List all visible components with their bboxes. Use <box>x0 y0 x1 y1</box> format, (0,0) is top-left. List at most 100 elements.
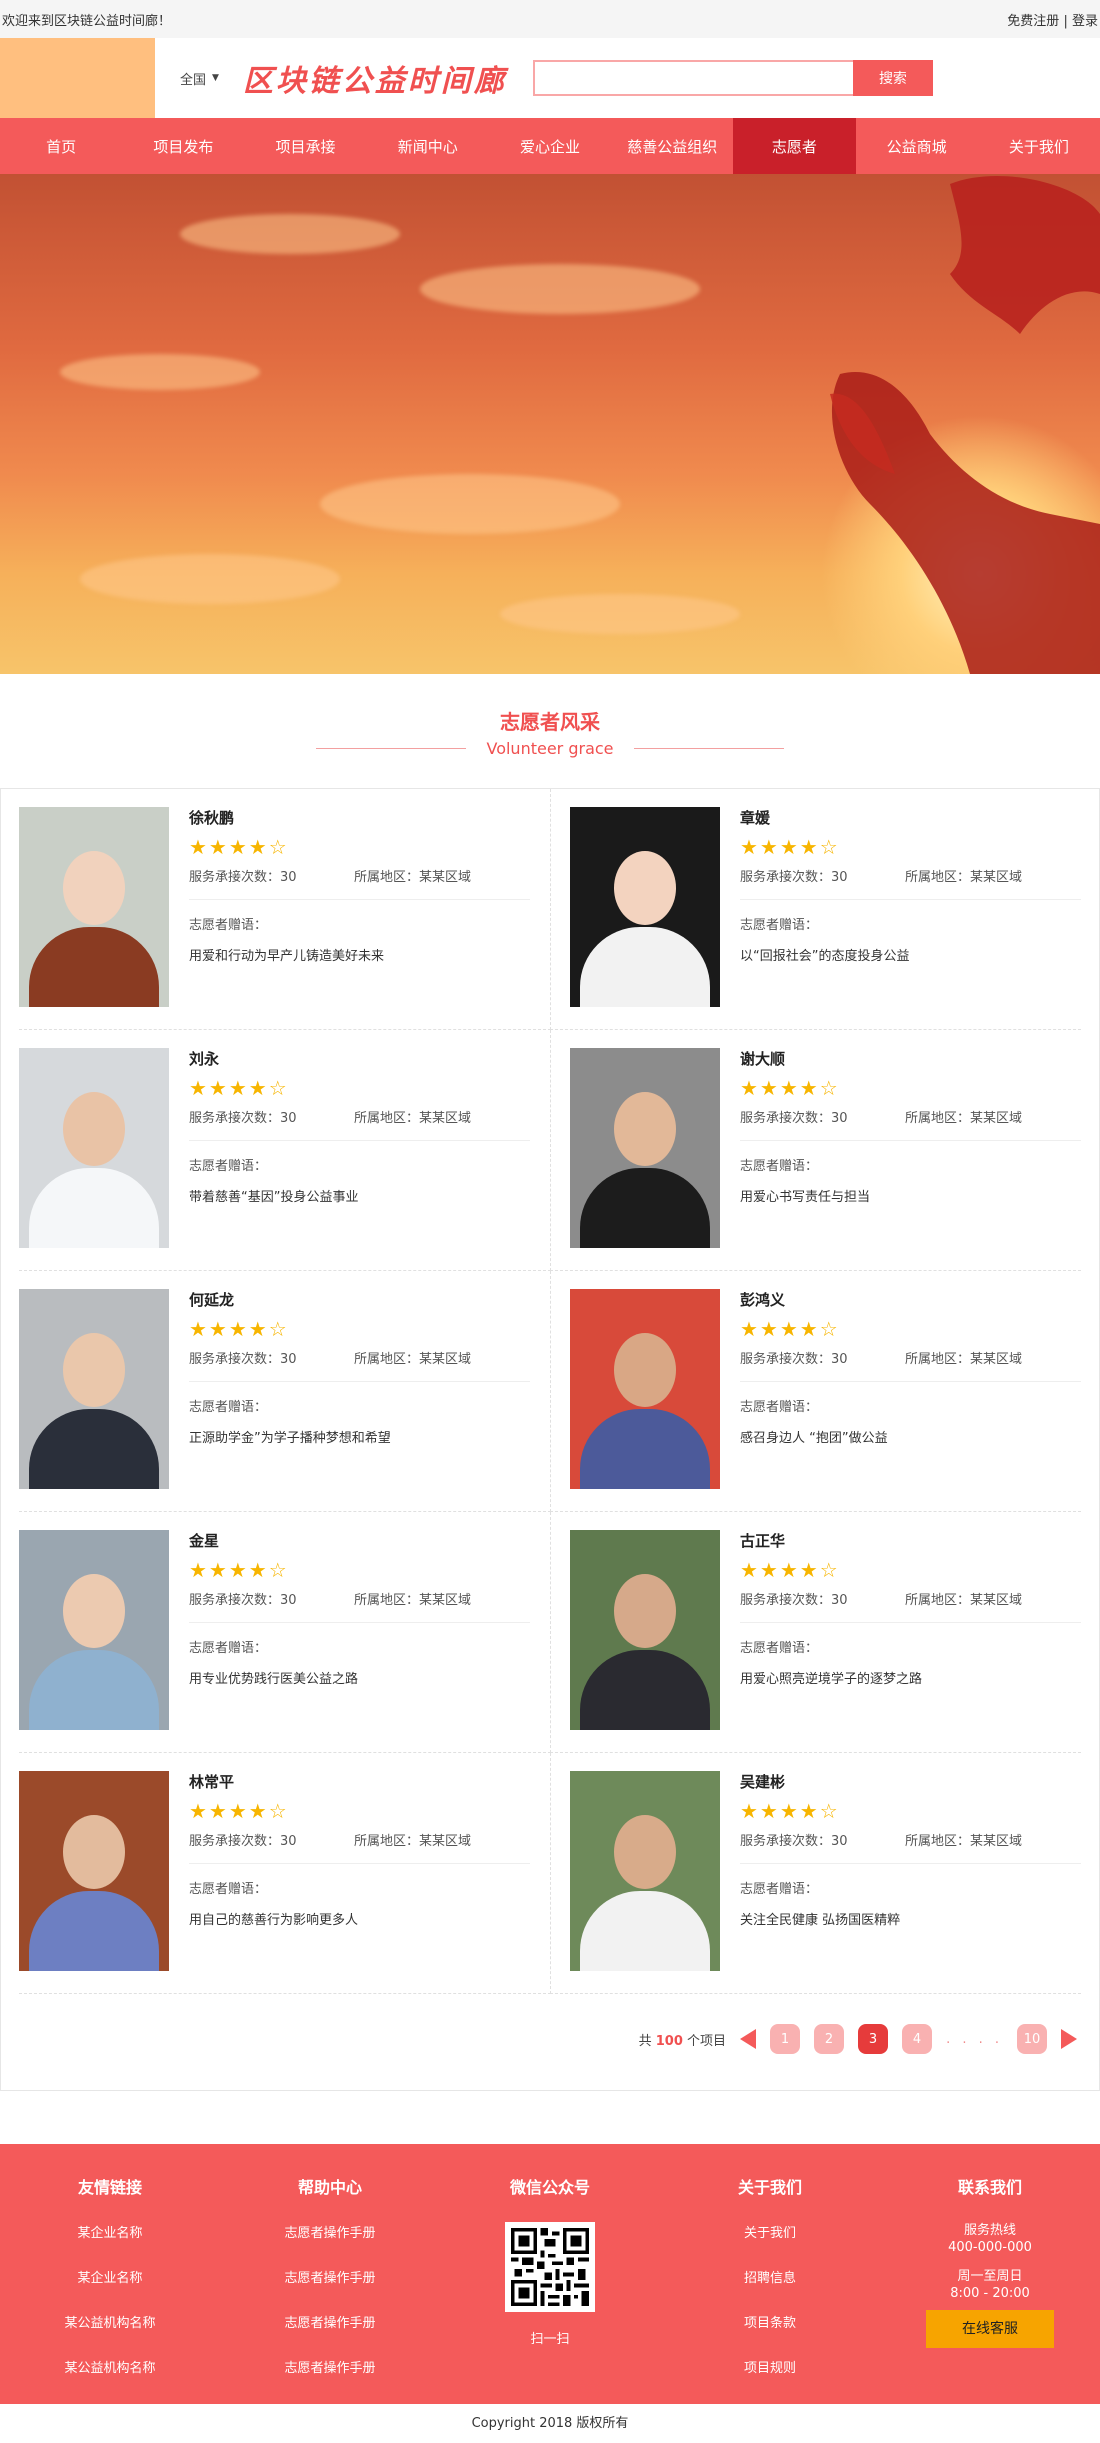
volunteer-card[interactable]: 何延龙 ★★★★☆ 服务承接次数：30 所属地区：某某区域 志愿者赠语： 正源助学金”为学… <box>19 1271 551 1512</box>
region-selector[interactable]: 全国 ▼ <box>180 69 219 88</box>
rating-stars-icon: ★★★★☆ <box>189 1076 289 1100</box>
volunteer-info: 何延龙 ★★★★☆ 服务承接次数：30 所属地区：某某区域 志愿者赠语： 正源助学金”为学… <box>189 1289 530 1511</box>
volunteer-name[interactable]: 吴建彬 <box>740 1771 1081 1792</box>
section-title-en: Volunteer grace <box>486 739 614 758</box>
volunteer-photo[interactable] <box>570 1289 720 1489</box>
volunteer-photo[interactable] <box>19 1771 169 1971</box>
footer-links-link[interactable]: 某企业名称 <box>20 2267 200 2286</box>
volunteer-area: 所属地区：某某区域 <box>905 1593 1023 1608</box>
nav-item-4[interactable]: 爱心企业 <box>489 118 611 174</box>
brand-title: 区块链公益时间廊 <box>242 64 507 99</box>
page-3[interactable]: 3 <box>858 2024 889 2054</box>
volunteer-photo[interactable] <box>570 1771 720 1971</box>
volunteer-quote: 带着慈善“基因”投身公益事业 <box>189 1190 359 1205</box>
volunteer-name[interactable]: 谢大顺 <box>740 1048 1081 1069</box>
photo-figure-body <box>29 927 159 1007</box>
volunteer-photo[interactable] <box>19 807 169 1007</box>
nav-item-6[interactable]: 志愿者 <box>733 118 856 174</box>
volunteer-photo[interactable] <box>570 1048 720 1248</box>
volunteer-meta: 服务承接次数：30 所属地区：某某区域 <box>740 1107 1081 1141</box>
service-count: 服务承接次数：30 <box>740 1111 848 1126</box>
volunteer-card[interactable]: 章媛 ★★★★☆ 服务承接次数：30 所属地区：某某区域 志愿者赠语： 以“回报社会”的态… <box>550 789 1081 1030</box>
footer-about-link[interactable]: 项目规则 <box>680 2357 860 2376</box>
prev-page-icon[interactable] <box>740 2029 757 2049</box>
volunteer-quote: 用专业优势践行医美公益之路 <box>189 1672 359 1687</box>
photo-figure-head <box>614 1815 676 1889</box>
nav-item-3[interactable]: 新闻中心 <box>367 118 489 174</box>
volunteer-name[interactable]: 何延龙 <box>189 1289 530 1310</box>
volunteer-card[interactable]: 谢大顺 ★★★★☆ 服务承接次数：30 所属地区：某某区域 志愿者赠语： 用爱心书写责任与… <box>550 1030 1081 1271</box>
hours-block: 周一至周日 8:00 - 20:00 <box>900 2268 1080 2302</box>
volunteer-photo[interactable] <box>570 807 720 1007</box>
volunteer-card[interactable]: 林常平 ★★★★☆ 服务承接次数：30 所属地区：某某区域 志愿者赠语： 用自己的慈善行为… <box>19 1753 551 1994</box>
search-input[interactable] <box>532 60 853 96</box>
volunteer-name[interactable]: 刘永 <box>189 1048 530 1069</box>
nav-item-5[interactable]: 慈善公益组织 <box>611 118 733 174</box>
page-last[interactable]: 10 <box>1017 2024 1047 2054</box>
volunteer-card[interactable]: 刘永 ★★★★☆ 服务承接次数：30 所属地区：某某区域 志愿者赠语： 带着慈善“基因”投… <box>19 1030 551 1271</box>
volunteer-card[interactable]: 彭鸿义 ★★★★☆ 服务承接次数：30 所属地区：某某区域 志愿者赠语： 感召身边人 “抱… <box>550 1271 1081 1512</box>
footer-links-link[interactable]: 某公益机构名称 <box>20 2357 200 2376</box>
footer-help-link[interactable]: 志愿者操作手册 <box>240 2267 420 2286</box>
volunteer-quote: 关注全民健康 弘扬国医精粹 <box>740 1913 901 1928</box>
login-link[interactable]: 登录 <box>1072 14 1098 29</box>
volunteer-quote: 以“回报社会”的态度投身公益 <box>740 949 910 964</box>
volunteer-card[interactable]: 徐秋鹏 ★★★★☆ 服务承接次数：30 所属地区：某某区域 志愿者赠语： 用爱和行动为早产… <box>19 789 551 1030</box>
footer-links-link[interactable]: 某企业名称 <box>20 2222 200 2241</box>
footer-about-link[interactable]: 招聘信息 <box>680 2267 860 2286</box>
volunteer-name[interactable]: 金星 <box>189 1530 530 1551</box>
next-page-icon[interactable] <box>1061 2029 1077 2049</box>
photo-figure-head <box>614 851 676 925</box>
photo-figure-body <box>580 1891 710 1971</box>
site-header: 全国 ▼ 区块链公益时间廊 搜索 <box>0 38 1100 118</box>
photo-figure-body <box>29 1650 159 1730</box>
hours-value: 8:00 - 20:00 <box>950 2286 1030 2301</box>
volunteer-card[interactable]: 吴建彬 ★★★★☆ 服务承接次数：30 所属地区：某某区域 志愿者赠语： 关注全民健康 弘… <box>550 1753 1081 1994</box>
volunteer-area: 所属地区：某某区域 <box>905 1111 1023 1126</box>
volunteer-info: 章媛 ★★★★☆ 服务承接次数：30 所属地区：某某区域 志愿者赠语： 以“回报社会”的态… <box>740 807 1081 1029</box>
volunteer-name[interactable]: 古正华 <box>740 1530 1081 1551</box>
service-count: 服务承接次数：30 <box>740 870 848 885</box>
service-count: 服务承接次数：30 <box>189 1111 297 1126</box>
quote-label: 志愿者赠语： <box>740 1400 819 1415</box>
nav-item-0[interactable]: 首页 <box>0 118 122 174</box>
volunteer-name[interactable]: 章媛 <box>740 807 1081 828</box>
volunteer-photo[interactable] <box>19 1048 169 1248</box>
volunteer-photo[interactable] <box>570 1530 720 1730</box>
nav-item-1[interactable]: 项目发布 <box>122 118 244 174</box>
nav-item-8[interactable]: 关于我们 <box>978 118 1100 174</box>
page-1[interactable]: 1 <box>770 2024 801 2054</box>
footer-help-link[interactable]: 志愿者操作手册 <box>240 2312 420 2331</box>
online-service-button[interactable]: 在线客服 <box>926 2310 1054 2348</box>
footer-links-title: 友情链接 <box>77 2178 142 2197</box>
footer-wechat: 微信公众号 扫一扫 <box>460 2174 640 2402</box>
logo[interactable] <box>0 38 155 118</box>
copyright: Copyright 2018 版权所有 <box>0 2404 1100 2443</box>
search-button[interactable]: 搜索 <box>852 60 933 96</box>
volunteer-meta: 服务承接次数：30 所属地区：某某区域 <box>189 1589 530 1623</box>
nav-item-2[interactable]: 项目承接 <box>244 118 366 174</box>
volunteer-name[interactable]: 林常平 <box>189 1771 530 1792</box>
nav-item-7[interactable]: 公益商城 <box>856 118 978 174</box>
footer-about-link[interactable]: 项目条款 <box>680 2312 860 2331</box>
page-4[interactable]: 4 <box>902 2024 933 2054</box>
volunteer-photo[interactable] <box>19 1530 169 1730</box>
photo-figure-head <box>63 1333 125 1407</box>
volunteer-name[interactable]: 彭鸿义 <box>740 1289 1081 1310</box>
volunteer-info: 彭鸿义 ★★★★☆ 服务承接次数：30 所属地区：某某区域 志愿者赠语： 感召身边人 “抱… <box>740 1289 1081 1511</box>
service-count: 服务承接次数：30 <box>189 1593 297 1608</box>
volunteer-card[interactable]: 古正华 ★★★★☆ 服务承接次数：30 所属地区：某某区域 志愿者赠语： 用爱心照亮逆境学… <box>550 1512 1081 1753</box>
volunteer-photo[interactable] <box>19 1289 169 1489</box>
register-link[interactable]: 免费注册 <box>1007 14 1059 29</box>
footer-help-link[interactable]: 志愿者操作手册 <box>240 2357 420 2376</box>
footer-help-link[interactable]: 志愿者操作手册 <box>240 2222 420 2241</box>
volunteer-card[interactable]: 金星 ★★★★☆ 服务承接次数：30 所属地区：某某区域 志愿者赠语： 用专业优势践行医美… <box>19 1512 551 1753</box>
page-2[interactable]: 2 <box>814 2024 845 2054</box>
footer-links-link[interactable]: 某公益机构名称 <box>20 2312 200 2331</box>
service-count: 服务承接次数：30 <box>740 1352 848 1367</box>
photo-figure-body <box>29 1168 159 1248</box>
footer-about-link[interactable]: 关于我们 <box>680 2222 860 2241</box>
volunteer-name[interactable]: 徐秋鹏 <box>189 807 530 828</box>
volunteer-quote: 感召身边人 “抱团”做公益 <box>740 1431 888 1446</box>
section-title-cn: 志愿者风采 <box>500 710 600 734</box>
